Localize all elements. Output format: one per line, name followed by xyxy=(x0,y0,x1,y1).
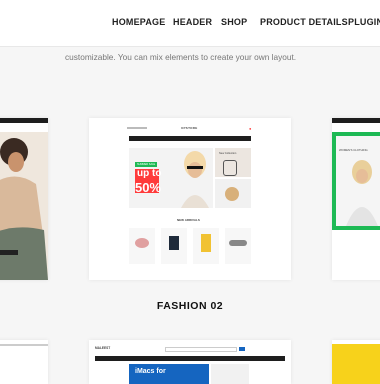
demo-preview-bottom-right[interactable] xyxy=(332,340,380,384)
hero-badge: SUMMER SALE xyxy=(135,162,158,167)
nav-homepage[interactable]: HOMEPAGE xyxy=(112,17,165,27)
side-promo-text: New Collection xyxy=(219,152,237,155)
yellow-banner xyxy=(332,344,380,384)
nav-plugin[interactable]: PLUGIN xyxy=(348,17,380,27)
preview-menu-bar xyxy=(129,136,251,141)
product-thumb-1[interactable] xyxy=(129,228,155,264)
bottom-menu-bar xyxy=(95,356,285,361)
demo-preview-fashion-02[interactable]: UPSTORE ● SUMMER SALE up to 50% New Coll… xyxy=(89,118,291,280)
hero-text: up to xyxy=(137,168,162,179)
nav-product-details[interactable]: PRODUCT DETAILS xyxy=(260,17,348,27)
demo-preview-bottom-left[interactable] xyxy=(0,340,48,384)
model-image xyxy=(0,132,48,280)
preview-top-links xyxy=(127,127,147,129)
product-thumb-2[interactable] xyxy=(161,228,187,264)
preview-header-line xyxy=(0,344,48,346)
preview-topbar xyxy=(0,118,48,123)
product-thumb-3[interactable] xyxy=(193,228,219,264)
demo-title: FASHION 02 xyxy=(156,300,224,312)
accessory-image xyxy=(225,187,239,201)
demo-preview-bottom-center[interactable]: MALEEST iMacs for xyxy=(89,340,291,384)
nav-shop[interactable]: SHOP xyxy=(221,17,247,27)
preview-topbar xyxy=(332,118,380,123)
hero-model-image xyxy=(181,151,209,208)
side-banner-top: New Collection xyxy=(215,148,251,177)
product-thumb-4[interactable] xyxy=(225,228,251,264)
bottom-logo: MALEEST xyxy=(95,346,111,350)
preview-hero-banner: SUMMER SALE up to 50% xyxy=(129,148,213,208)
bottom-hero-text: iMacs for xyxy=(135,368,166,375)
intro-text: customizable. You can mix elements to cr… xyxy=(65,52,297,62)
demo-preview-left[interactable] xyxy=(0,118,48,280)
bottom-hero: iMacs for xyxy=(129,364,209,384)
bottom-search-bar xyxy=(165,347,237,352)
hero-percent: 50% xyxy=(135,180,162,195)
bottom-search-button xyxy=(239,347,245,351)
preview-cart-icon: ● xyxy=(249,126,252,131)
top-navigation: HOMEPAGE HEADER SHOP PRODUCT DETAILS PLU… xyxy=(0,0,380,47)
bag-image xyxy=(223,160,237,176)
bottom-side-banner xyxy=(211,364,249,384)
preview-logo: UPSTORE xyxy=(181,126,198,130)
demo-preview-right[interactable]: WOMEN'S CLOTHING xyxy=(332,118,380,280)
section-label: NEW ARRIVALS xyxy=(177,218,200,222)
nav-header[interactable]: HEADER xyxy=(173,17,212,27)
right-promo-text: WOMEN'S CLOTHING xyxy=(339,148,368,152)
side-banner-bottom xyxy=(215,179,251,208)
green-banner: WOMEN'S CLOTHING xyxy=(332,132,380,230)
right-model-image xyxy=(346,160,378,226)
